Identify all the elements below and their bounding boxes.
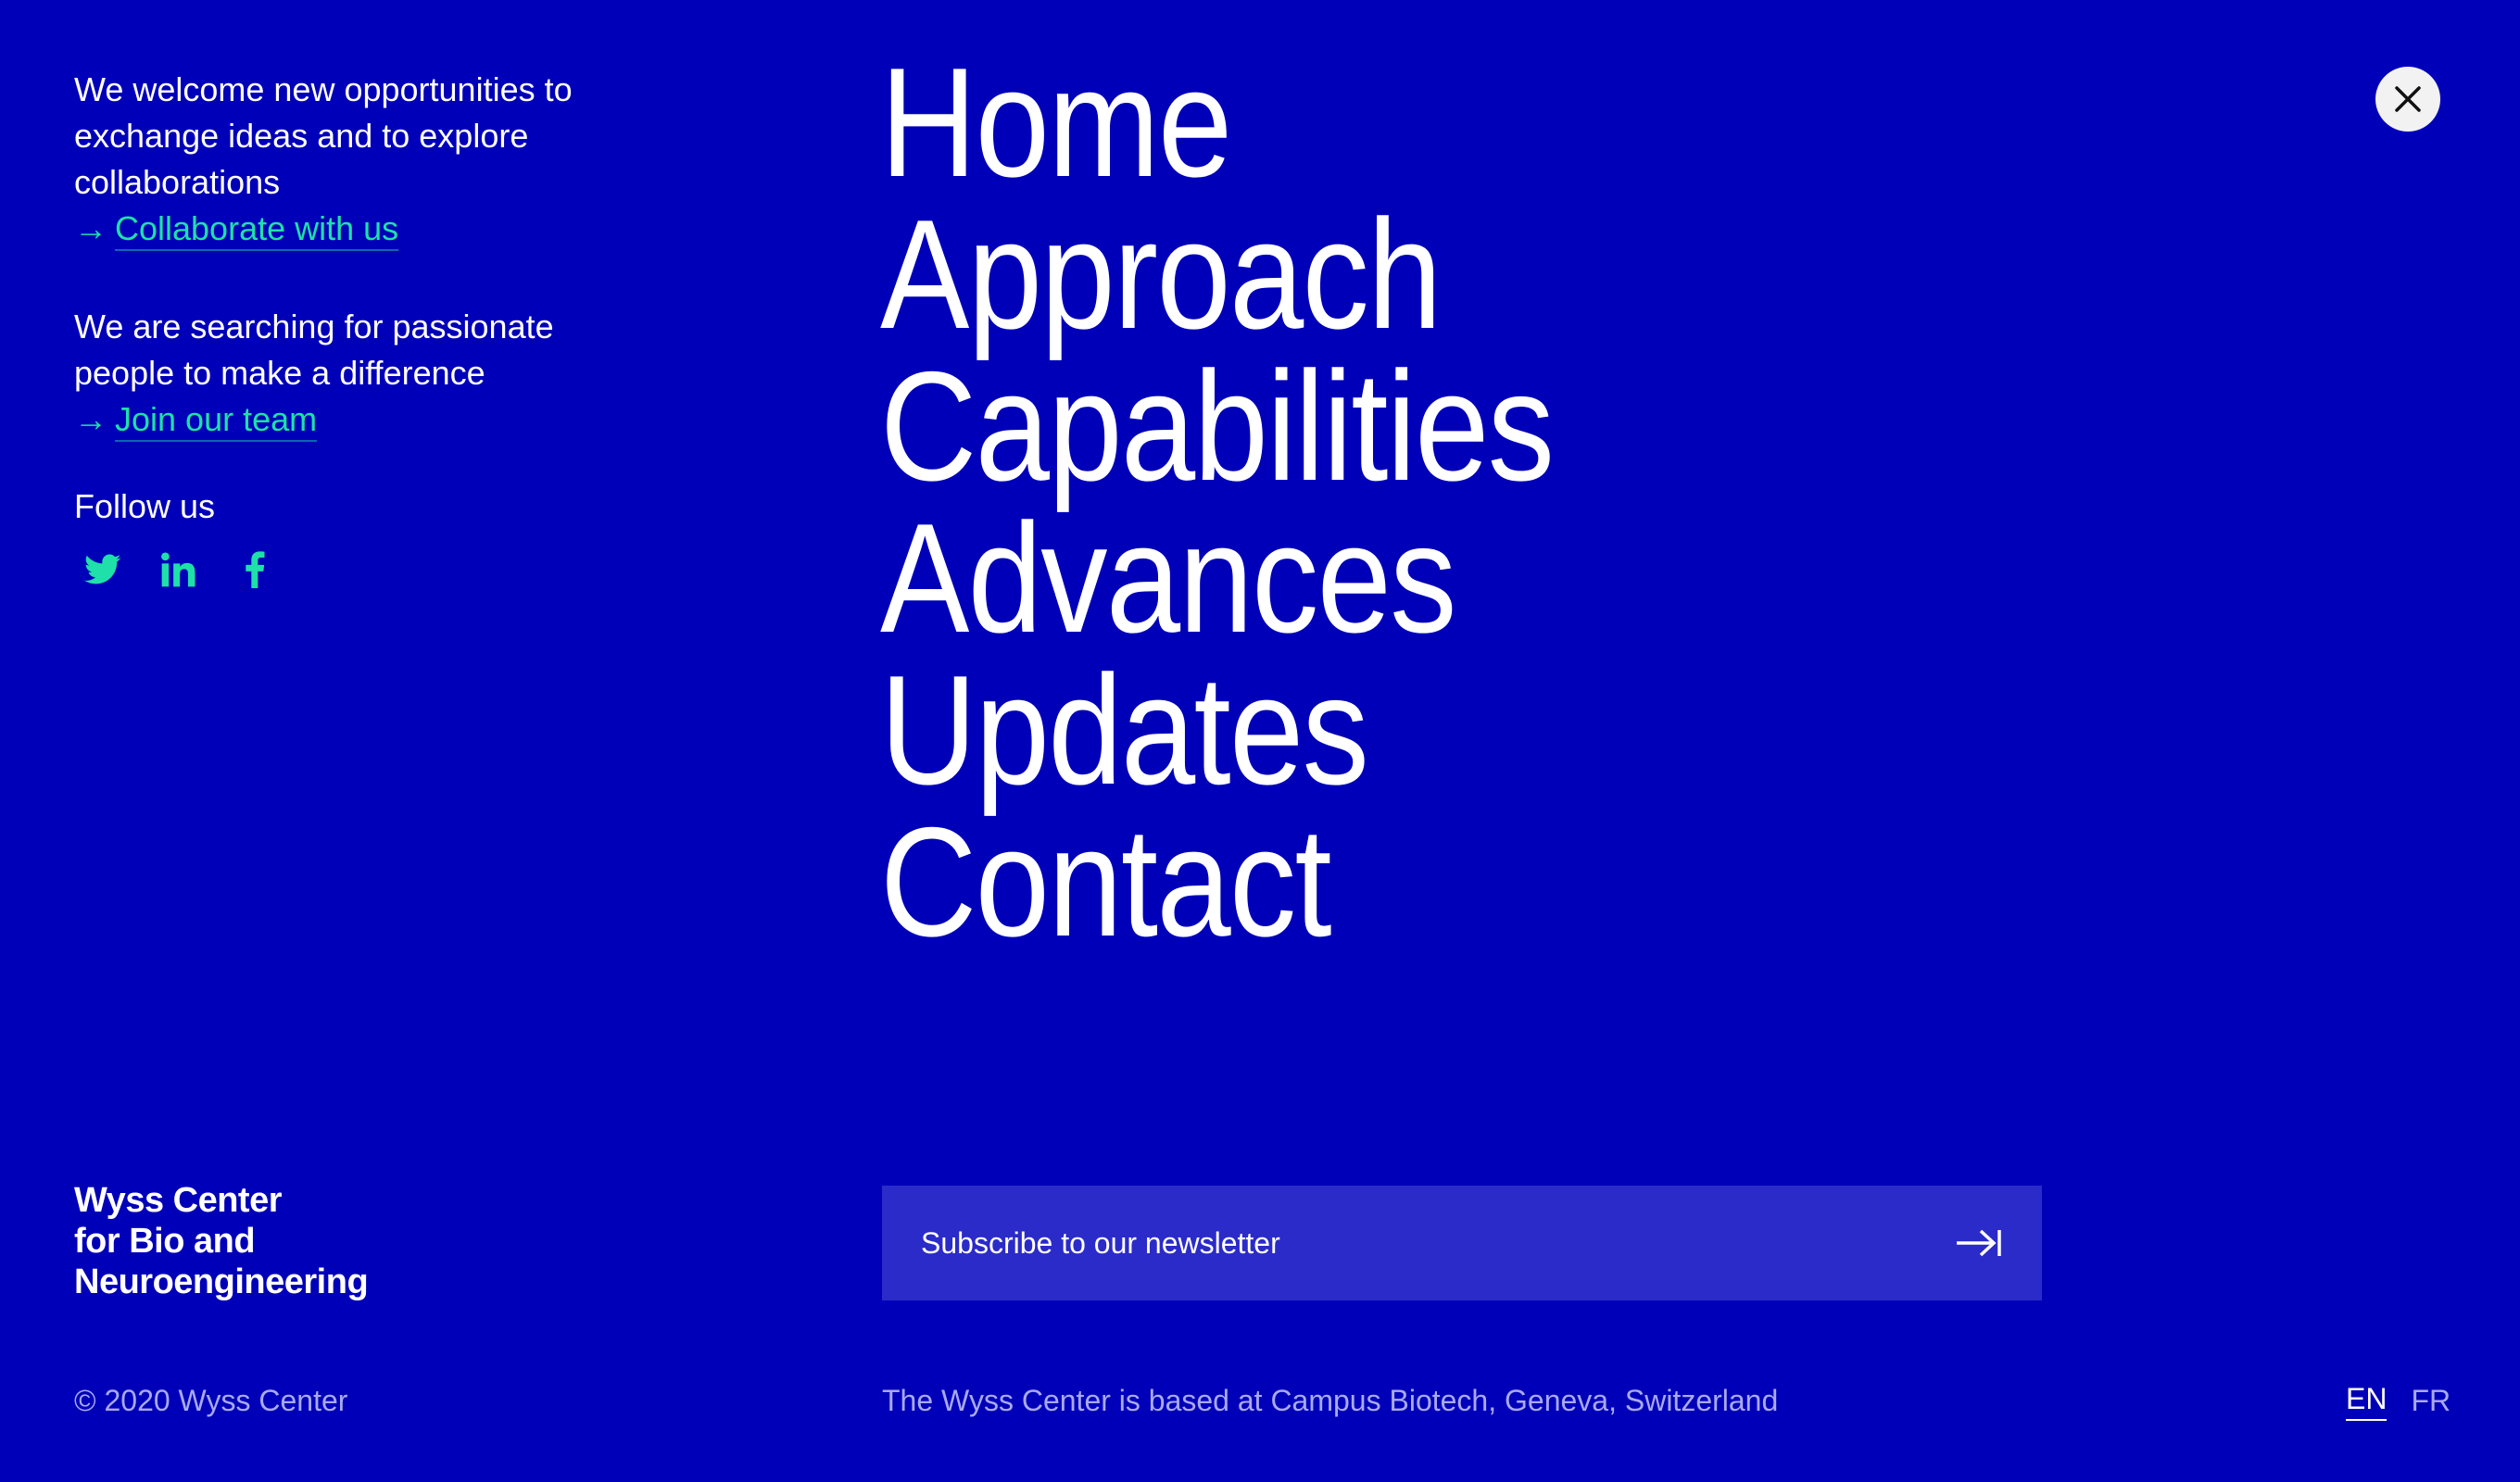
collaborate-link-label: Collaborate with us [115,208,399,251]
join-team-link[interactable]: → Join our team [74,396,318,443]
wyss-center-logo[interactable]: Wyss Center for Bio and Neuroengineering [74,1180,369,1302]
arrow-right-icon: → [74,209,107,247]
language-switcher: EN FR [2346,1380,2451,1421]
location-text: The Wyss Center is based at Campus Biote… [882,1384,1779,1417]
nav-item-updates[interactable]: Updates [880,652,1553,808]
language-fr[interactable]: FR [2411,1380,2451,1421]
newsletter-email-input[interactable] [919,1225,1849,1262]
newsletter-form [882,1186,2042,1300]
nav-item-contact[interactable]: Contact [880,804,1553,960]
collaborate-block: We welcome new opportunities to exchange… [74,67,630,252]
nav-item-approach[interactable]: Approach [880,196,1553,352]
left-column: We welcome new opportunities to exchange… [74,67,630,589]
nav-item-home[interactable]: Home [880,44,1553,200]
menu-overlay: We welcome new opportunities to exchange… [0,0,2520,1482]
twitter-icon[interactable] [83,550,122,589]
linkedin-icon[interactable] [159,550,198,589]
newsletter-submit-button[interactable] [1953,1217,2005,1269]
collaborate-link[interactable]: → Collaborate with us [74,206,399,252]
logo-line-1: Wyss Center [74,1181,283,1220]
main-navigation: Home Approach Capabilities Advances Upda… [880,44,1662,960]
close-menu-button[interactable] [2375,67,2440,132]
careers-block: We are searching for passionate people t… [74,304,630,443]
copyright-text: © 2020 Wyss Center [74,1384,348,1417]
logo-line-3: Neuroengineering [74,1262,369,1301]
social-links [74,550,630,589]
join-team-link-label: Join our team [115,399,318,442]
follow-us-label: Follow us [74,487,216,525]
careers-text: We are searching for passionate people t… [74,308,554,392]
nav-item-advances[interactable]: Advances [880,500,1553,656]
arrow-right-to-bar-icon [1957,1229,2001,1257]
facebook-icon[interactable] [235,550,274,589]
collaborate-text: We welcome new opportunities to exchange… [74,70,573,201]
language-en[interactable]: EN [2346,1380,2388,1421]
arrow-right-icon: → [74,400,107,438]
nav-item-capabilities[interactable]: Capabilities [880,348,1555,504]
close-icon [2395,86,2421,112]
logo-line-2: for Bio and [74,1222,256,1261]
